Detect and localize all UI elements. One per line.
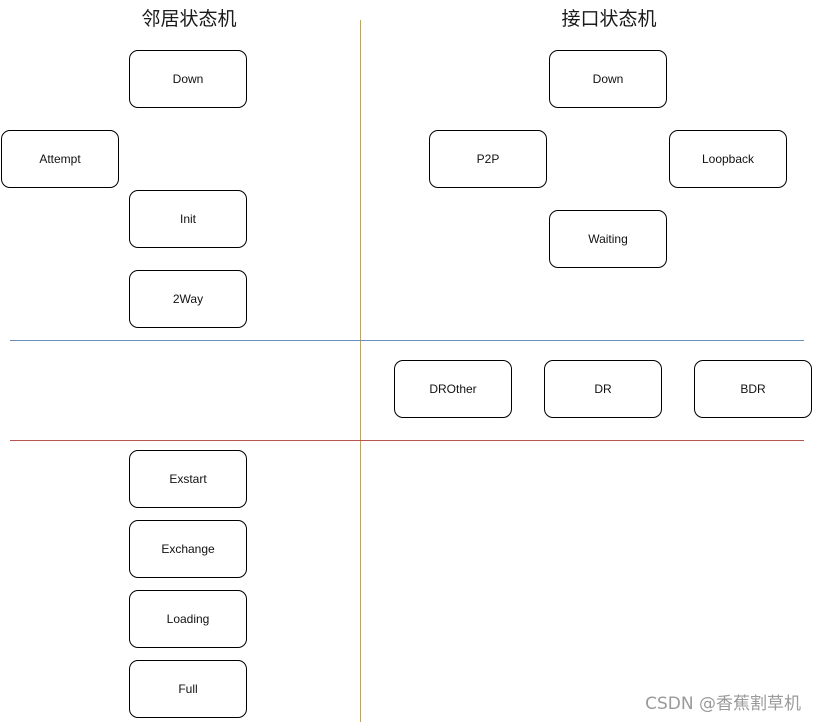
neighbor-state-2way[interactable]: 2Way	[129, 270, 247, 328]
vertical-divider	[360, 20, 361, 722]
role-bdr[interactable]: BDR	[694, 360, 812, 418]
interface-state-machine-title: 接口状态机	[561, 8, 657, 30]
neighbor-state-exchange[interactable]: Exchange	[129, 520, 247, 578]
lower-horizontal-divider	[10, 440, 804, 441]
interface-state-loopback[interactable]: Loopback	[669, 130, 787, 188]
neighbor-state-exstart[interactable]: Exstart	[129, 450, 247, 508]
interface-state-down[interactable]: Down	[549, 50, 667, 108]
neighbor-state-full[interactable]: Full	[129, 660, 247, 718]
interface-state-waiting[interactable]: Waiting	[549, 210, 667, 268]
neighbor-state-init[interactable]: Init	[129, 190, 247, 248]
neighbor-state-attempt[interactable]: Attempt	[1, 130, 119, 188]
neighbor-state-machine-title: 邻居状态机	[141, 8, 237, 30]
watermark: CSDN @香蕉割草机	[645, 694, 801, 714]
role-dr[interactable]: DR	[544, 360, 662, 418]
interface-state-p2p[interactable]: P2P	[429, 130, 547, 188]
neighbor-state-loading[interactable]: Loading	[129, 590, 247, 648]
neighbor-state-down[interactable]: Down	[129, 50, 247, 108]
upper-horizontal-divider	[10, 340, 804, 341]
role-drother[interactable]: DROther	[394, 360, 512, 418]
